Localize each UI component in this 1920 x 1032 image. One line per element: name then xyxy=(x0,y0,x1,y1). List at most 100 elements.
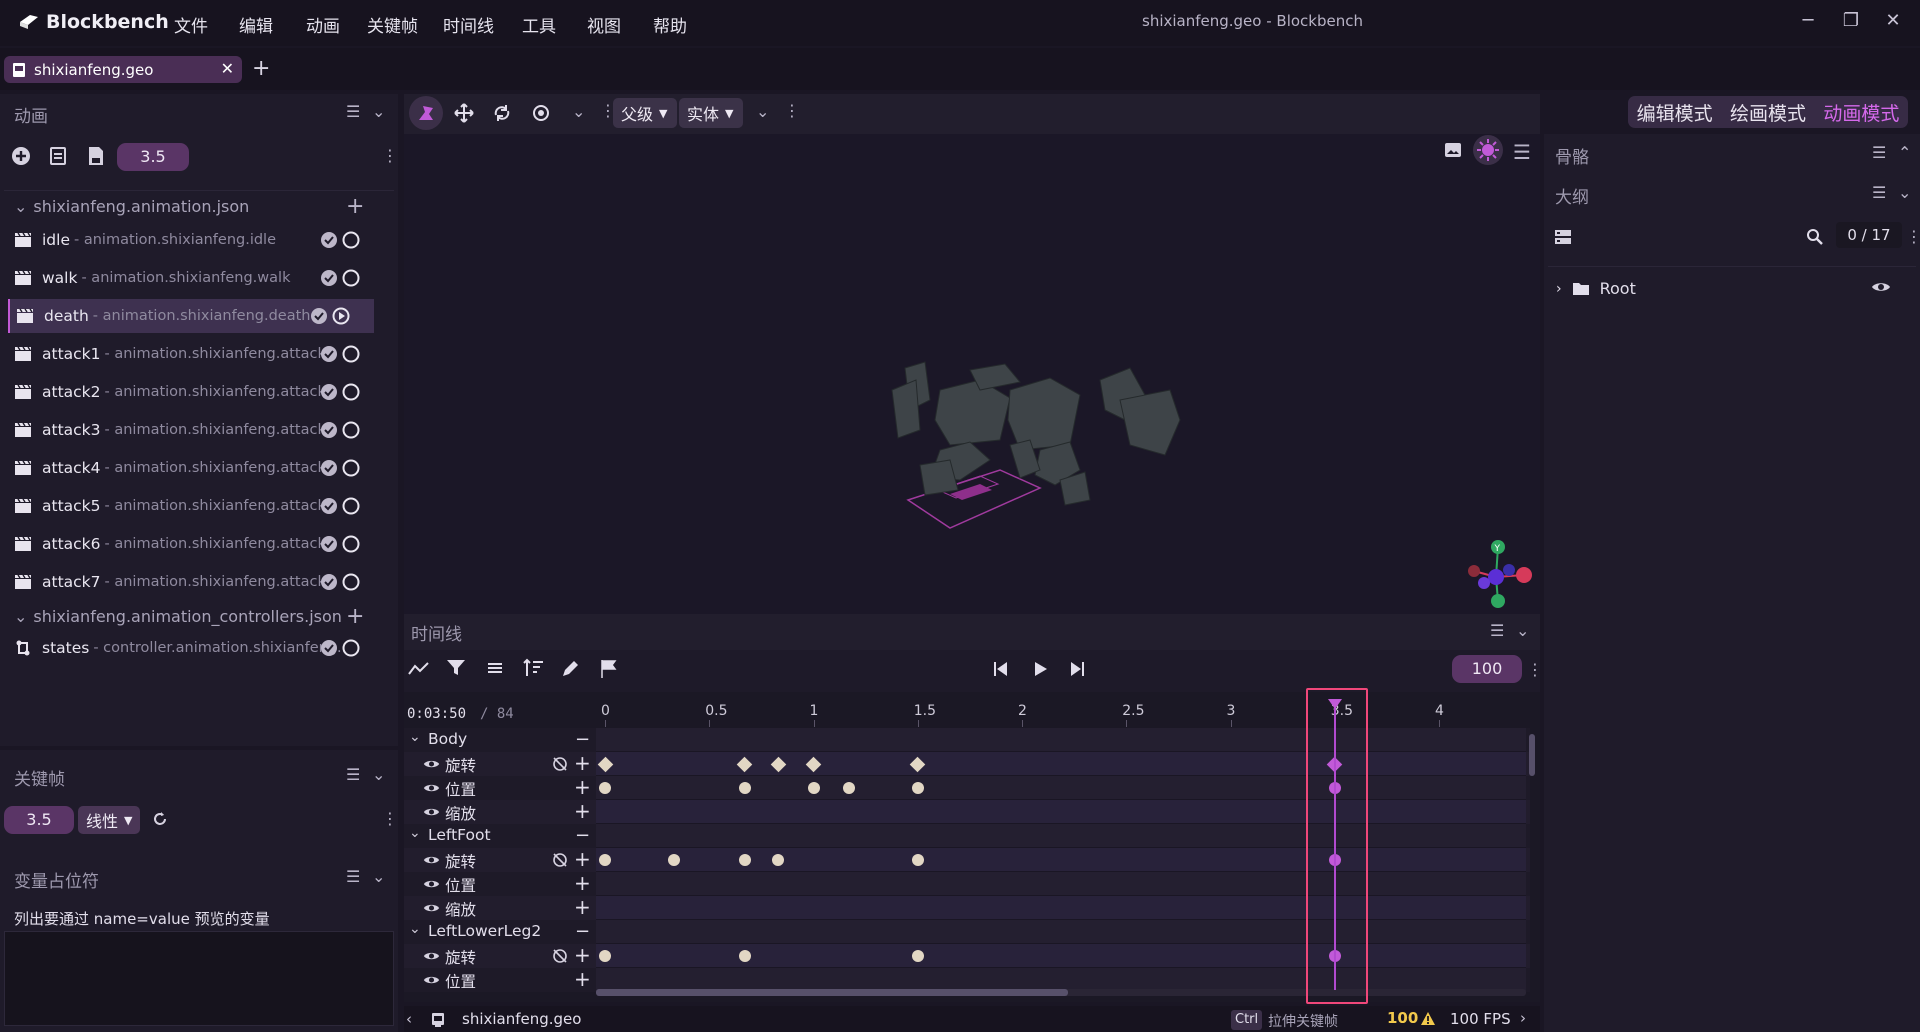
menu-animation[interactable]: 动画 xyxy=(306,12,340,37)
import-animation-icon[interactable] xyxy=(48,146,68,166)
warning-icon[interactable] xyxy=(1420,1011,1436,1026)
outliner-root[interactable]: › Root xyxy=(1556,279,1636,298)
tools-dropdown-icon[interactable]: ⌄ xyxy=(572,102,585,121)
check-circle-icon[interactable] xyxy=(310,307,328,325)
interpolation-dropdown[interactable]: 线性 ▼ xyxy=(78,806,141,834)
menu-view[interactable]: 视图 xyxy=(587,12,621,37)
keyframe[interactable] xyxy=(667,854,680,866)
timeline-scrollbar-thumb[interactable] xyxy=(596,989,1068,996)
add-keyframe-icon[interactable]: + xyxy=(574,871,591,895)
keyframe-lane[interactable] xyxy=(596,824,1526,848)
check-circle-icon[interactable] xyxy=(320,269,338,287)
panel-menu-icon[interactable]: ☰ xyxy=(1490,621,1504,640)
collapse-group-icon[interactable]: − xyxy=(575,921,590,942)
entity-dropdown[interactable]: 实体 ▼ xyxy=(679,98,743,128)
collapse-icon[interactable]: ⌄ xyxy=(1516,621,1529,640)
add-icon[interactable]: + xyxy=(346,604,364,629)
visibility-eye-icon[interactable] xyxy=(423,806,440,818)
keyframe-lane[interactable] xyxy=(596,800,1526,824)
controller-row[interactable]: states - controller.animation.shixianfen… xyxy=(14,631,374,665)
controller-file-row[interactable]: ⌄ shixianfeng.animation_controllers.json xyxy=(14,607,342,626)
animation-item[interactable]: attack5- animation.shixianfeng.attack5 xyxy=(14,489,374,523)
new-tab-icon[interactable]: + xyxy=(252,56,270,81)
chevron-left-icon[interactable]: ‹ xyxy=(406,1010,412,1028)
restore-icon[interactable]: ❐ xyxy=(1840,10,1862,32)
more-options-icon[interactable]: ⋮ xyxy=(1527,660,1543,679)
mute-channel-icon[interactable] xyxy=(552,756,568,772)
keyframe-lane[interactable] xyxy=(596,944,1526,968)
play-radio-icon[interactable] xyxy=(342,231,360,249)
animation-item[interactable]: death - animation.shixianfeng.death xyxy=(8,299,374,333)
mute-channel-icon[interactable] xyxy=(552,948,568,964)
play-radio-icon[interactable] xyxy=(342,497,360,515)
playing-radio-icon[interactable] xyxy=(332,307,350,325)
keyframe[interactable] xyxy=(772,854,785,866)
keyframe[interactable] xyxy=(842,782,855,794)
drag-handle-icon[interactable]: ⋮ xyxy=(784,101,800,120)
animation-item[interactable]: idle - animation.shixianfeng.idle xyxy=(14,223,374,257)
keyframe[interactable] xyxy=(807,782,820,794)
chevron-down-icon[interactable]: ⌄ xyxy=(409,921,421,937)
play-radio-icon[interactable] xyxy=(342,535,360,553)
keyframe-lane[interactable] xyxy=(596,872,1526,896)
chevron-up-icon[interactable]: ⌃ xyxy=(1898,143,1911,162)
play-radio-icon[interactable] xyxy=(342,421,360,439)
menu-help[interactable]: 帮助 xyxy=(653,12,687,37)
play-radio-icon[interactable] xyxy=(342,639,360,657)
filter-icon[interactable] xyxy=(446,659,466,677)
playback-speed-field[interactable]: 100 xyxy=(1452,655,1522,683)
panel-menu-icon[interactable]: ☰ xyxy=(1872,183,1886,202)
add-keyframe-icon[interactable]: + xyxy=(574,799,591,823)
menu-edit[interactable]: 编辑 xyxy=(239,12,273,37)
collapse-group-icon[interactable]: − xyxy=(575,825,590,846)
keyframe[interactable] xyxy=(599,854,611,866)
outliner-toggle-icon[interactable] xyxy=(1554,228,1572,246)
chevron-right-icon[interactable]: › xyxy=(1520,1009,1526,1027)
check-circle-icon[interactable] xyxy=(320,497,338,515)
flag-marker-icon[interactable] xyxy=(600,659,618,679)
keyframe-lane[interactable] xyxy=(596,896,1526,920)
animation-item[interactable]: attack1- animation.shixianfeng.attack1 xyxy=(14,337,374,371)
chevron-down-icon[interactable]: ⌄ xyxy=(409,825,421,841)
screenshot-icon[interactable] xyxy=(1444,141,1462,159)
check-circle-icon[interactable] xyxy=(320,383,338,401)
pivot-tool-icon[interactable] xyxy=(524,96,558,130)
visibility-eye-icon[interactable] xyxy=(423,974,440,986)
close-tab-icon[interactable]: ✕ xyxy=(221,59,234,78)
axis-gizmo[interactable]: Y xyxy=(1460,535,1536,611)
keyframe[interactable] xyxy=(738,854,751,866)
animation-item[interactable]: attack2- animation.shixianfeng.attack2 xyxy=(14,375,374,409)
keyframe-lane[interactable] xyxy=(596,776,1526,800)
minimize-icon[interactable]: ─ xyxy=(1797,10,1819,32)
rotate-tool-icon[interactable] xyxy=(485,96,519,130)
channels-icon[interactable] xyxy=(486,660,504,676)
sort-icon[interactable] xyxy=(522,658,544,678)
tab-file[interactable]: shixianfeng.geo ✕ xyxy=(4,56,242,83)
panel-menu-icon[interactable]: ☰ xyxy=(346,765,360,784)
add-keyframe-icon[interactable]: + xyxy=(574,847,591,871)
visibility-eye-icon[interactable] xyxy=(423,950,440,962)
keyframe[interactable] xyxy=(911,950,924,962)
search-icon[interactable] xyxy=(1806,228,1824,246)
more-options-icon[interactable]: ⋮ xyxy=(382,809,398,828)
close-window-icon[interactable]: ✕ xyxy=(1882,10,1904,32)
animation-file-row[interactable]: ⌄ shixianfeng.animation.json xyxy=(14,197,249,216)
keyframe-lane[interactable] xyxy=(596,920,1526,944)
panel-menu-icon[interactable]: ☰ xyxy=(346,867,360,886)
check-circle-icon[interactable] xyxy=(320,459,338,477)
add-keyframe-icon[interactable]: + xyxy=(574,751,591,775)
play-radio-icon[interactable] xyxy=(342,269,360,287)
viewport-menu-icon[interactable]: ☰ xyxy=(1513,140,1531,164)
collapse-icon[interactable]: ⌄ xyxy=(372,765,385,784)
skip-to-start-icon[interactable] xyxy=(992,660,1010,678)
collapse-icon[interactable]: ⌄ xyxy=(372,102,385,121)
add-animation-icon[interactable] xyxy=(10,145,32,167)
add-keyframe-icon[interactable]: + xyxy=(574,895,591,919)
reset-icon[interactable] xyxy=(150,809,170,829)
check-circle-icon[interactable] xyxy=(320,421,338,439)
visibility-eye-icon[interactable] xyxy=(423,854,440,866)
keyframe[interactable] xyxy=(599,782,611,794)
chevron-down-icon[interactable]: ⌄ xyxy=(409,729,421,745)
animation-item[interactable]: attack4- animation.shixianfeng.attack4 xyxy=(14,451,374,485)
play-radio-icon[interactable] xyxy=(342,459,360,477)
